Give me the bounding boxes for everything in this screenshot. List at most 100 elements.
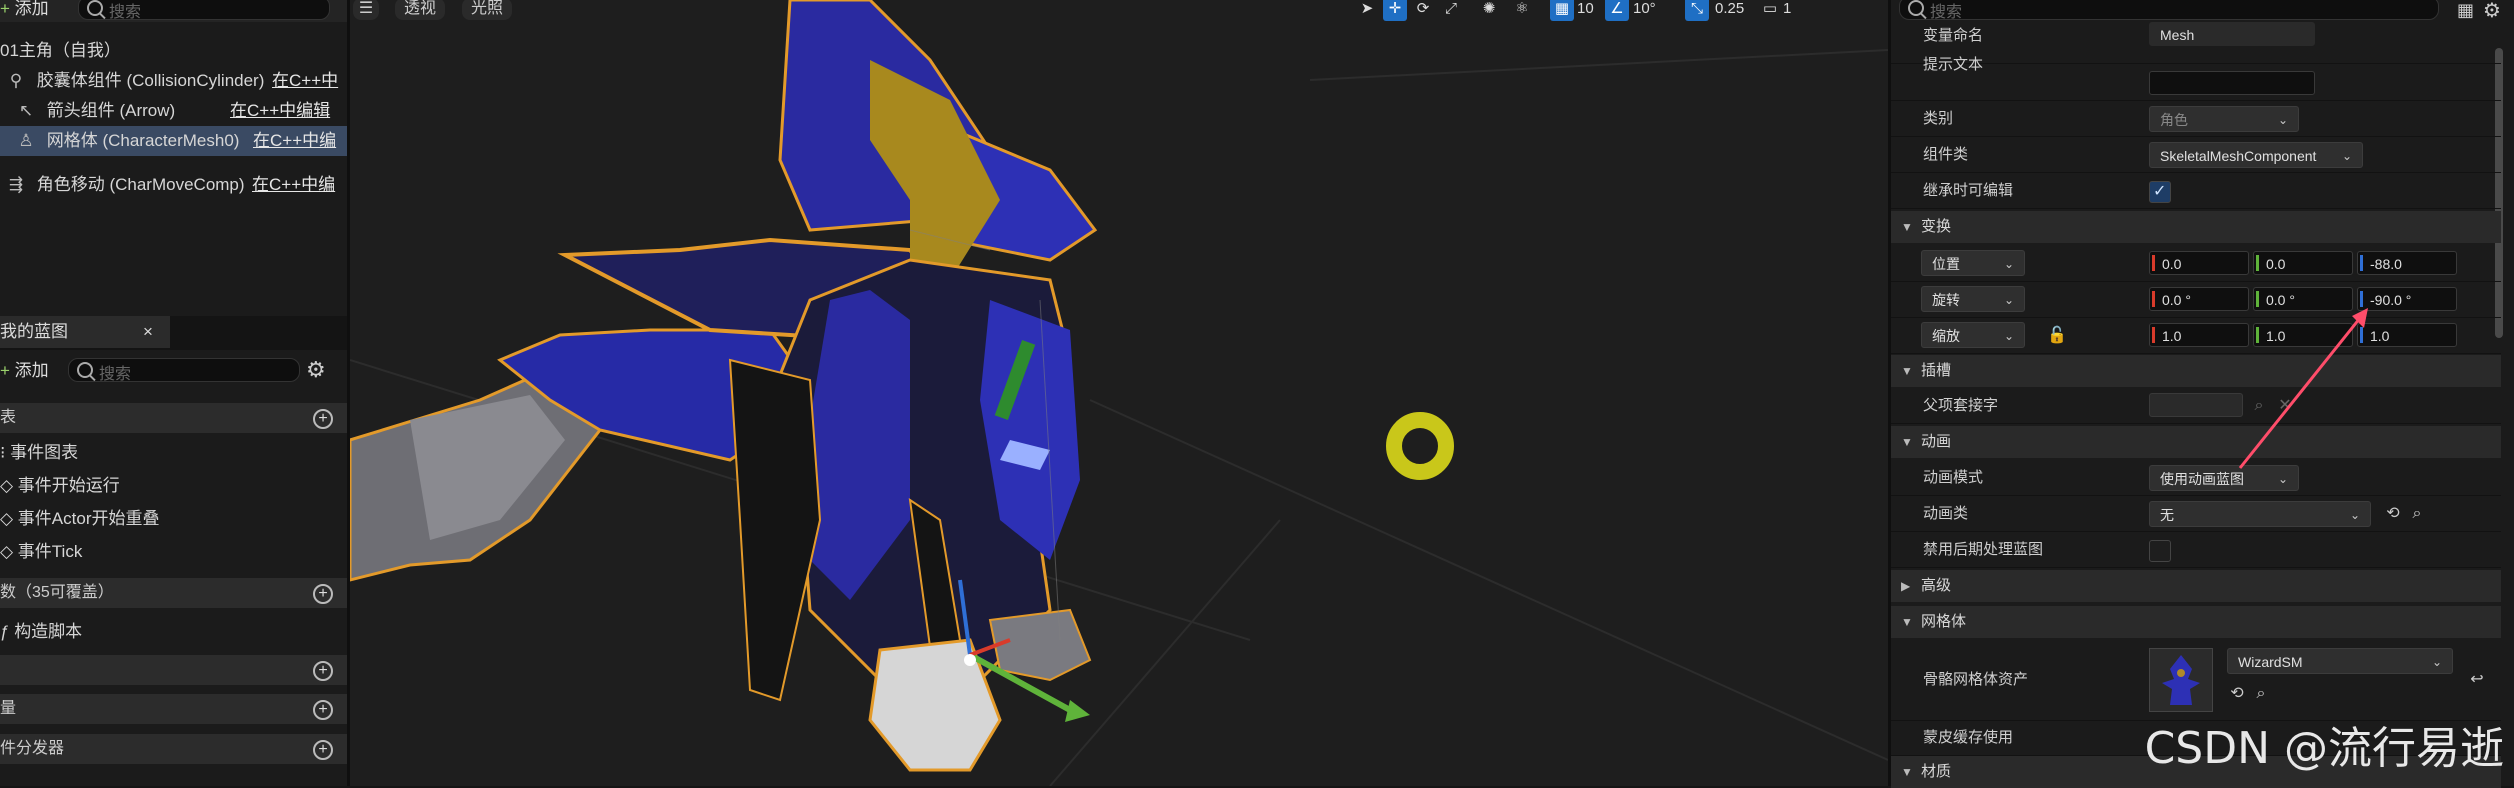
gear-icon[interactable]: ⚙ [306, 357, 326, 383]
add-member-button[interactable]: + 添加 [0, 359, 49, 383]
skeletal-mesh-asset-dropdown[interactable]: WizardSM ⌄ [2227, 648, 2453, 674]
mesh-section-header[interactable]: ▼ 网格体 [1891, 606, 2501, 638]
construction-script-item[interactable]: ƒ 构造脚本 [0, 617, 82, 647]
tooltip-field[interactable] [2149, 71, 2315, 95]
macros-section-header[interactable]: + [0, 655, 347, 685]
animation-section-header[interactable]: ▼ 动画 [1891, 426, 2501, 458]
x-axis-marker [2152, 291, 2155, 307]
anim-mode-row: 动画模式 使用动画蓝图 ⌄ [1891, 460, 2501, 496]
add-dispatcher-icon[interactable]: + [313, 740, 333, 760]
edit-in-cpp-link[interactable]: 在C++中 [272, 66, 338, 96]
rotation-snap-value[interactable]: 10° [1633, 0, 1656, 21]
hamburger-menu-icon[interactable]: ☰ [353, 0, 379, 20]
table-view-icon[interactable]: ▦ [2457, 0, 2474, 21]
event-diamond-icon: ◇ [0, 509, 18, 528]
editable-inherit-checkbox[interactable] [2149, 181, 2171, 203]
expand-arrow-icon: ▼ [1901, 615, 1913, 629]
use-selected-icon[interactable]: ⟲ [2227, 684, 2247, 704]
details-search-input[interactable]: 搜索 [1899, 0, 2439, 21]
item-label: 构造脚本 [14, 622, 83, 641]
perspective-button[interactable]: 透视 [395, 0, 445, 20]
wizard-character [350, 0, 1098, 772]
tree-row-collision-cylinder[interactable]: ⚲ 胶囊体组件 (CollisionCylinder) 在C++中 [0, 66, 347, 96]
edit-in-cpp-link[interactable]: 在C++中编辑 [230, 96, 330, 126]
origin-marker [1386, 412, 1454, 480]
plus-icon: + [0, 361, 10, 380]
location-x-field[interactable]: 0.0 [2149, 251, 2249, 275]
viewport[interactable]: ☰ 透视 光照 ➤ ✛ ⟳ ⤢ ✺ ⚛ ▦ 10 ∠ 10° ⤡ 0.25 ▭ … [350, 0, 1888, 786]
variables-section-header[interactable]: 量 + [0, 694, 347, 724]
category-dropdown[interactable]: 角色 ⌄ [2149, 106, 2299, 132]
browse-folder-icon[interactable]: ⌕ [2407, 504, 2427, 524]
select-mode-icon[interactable]: ➤ [1355, 0, 1379, 21]
blueprint-search-input[interactable]: 搜索 [68, 358, 300, 383]
camera-speed-icon[interactable]: ▭ [1760, 0, 1780, 21]
components-search-input[interactable]: 搜索 [78, 0, 330, 21]
surface-snap-icon[interactable]: ⚛ [1510, 0, 1534, 21]
search-placeholder: 搜索 [99, 366, 132, 383]
tree-row-root[interactable]: 01主角（自我） [0, 36, 347, 66]
component-class-dropdown[interactable]: SkeletalMeshComponent ⌄ [2149, 142, 2363, 168]
event-diamond-icon: ◇ [0, 476, 18, 495]
add-graph-icon[interactable]: + [313, 409, 333, 429]
advanced-section-header[interactable]: ▶ 高级 [1891, 570, 2501, 602]
tooltip-row: 提示文本 [1891, 56, 2501, 101]
anim-class-dropdown[interactable]: 无 ⌄ [2149, 501, 2371, 527]
annotation-arrow [2238, 308, 2368, 469]
tree-row-arrow[interactable]: ↖ 箭头组件 (Arrow) 在C++中编辑 [0, 96, 347, 126]
scale-snap-value[interactable]: 0.25 [1715, 0, 1744, 21]
plus-icon: + [0, 0, 10, 18]
tab-label: 我的蓝图 [0, 322, 68, 341]
translate-mode-icon[interactable]: ✛ [1383, 0, 1407, 21]
sockets-section-header[interactable]: ▼ 插槽 [1891, 355, 2501, 387]
tree-row-char-move-comp[interactable]: ⇶ 角色移动 (CharMoveComp) 在C++中编 [0, 170, 347, 200]
location-y-field[interactable]: 0.0 [2253, 251, 2353, 275]
tree-row-character-mesh[interactable]: ♙ 网格体 (CharacterMesh0) 在C++中编 [0, 126, 347, 156]
search-placeholder: 搜索 [109, 4, 142, 21]
graphs-section-header[interactable]: 表 + [0, 403, 347, 433]
disable-post-process-checkbox[interactable] [2149, 540, 2171, 562]
dropdown-value: 缩放 [1932, 328, 1960, 344]
dropdown-value: WizardSM [2238, 654, 2303, 670]
edit-in-cpp-link[interactable]: 在C++中编 [253, 126, 336, 156]
world-local-icon[interactable]: ✺ [1477, 0, 1501, 21]
unlock-icon[interactable]: 🔓 [2047, 326, 2067, 346]
reset-arrow-icon[interactable]: ↩ [2467, 670, 2487, 690]
grid-snap-icon[interactable]: ▦ [1550, 0, 1574, 21]
event-item[interactable]: ◇ 事件Actor开始重叠 [0, 504, 159, 534]
rotate-mode-icon[interactable]: ⟳ [1411, 0, 1435, 21]
lighting-button[interactable]: 光照 [462, 0, 512, 20]
event-diamond-icon: ◇ [0, 542, 18, 561]
viewport-tools: ➤ ✛ ⟳ ⤢ ✺ ⚛ ▦ 10 ∠ 10° ⤡ 0.25 ▭ 1 [1355, 0, 1888, 21]
location-z-field[interactable]: -88.0 [2357, 251, 2457, 275]
rotation-dropdown[interactable]: 旋转 ⌄ [1921, 286, 2025, 312]
scale-snap-icon[interactable]: ⤡ [1685, 0, 1709, 21]
variable-name-field[interactable]: Mesh [2149, 22, 2315, 46]
tab-my-blueprint[interactable]: 我的蓝图 × [0, 316, 170, 348]
rotation-snap-icon[interactable]: ∠ [1605, 0, 1629, 21]
dispatchers-section-header[interactable]: 件分发器 + [0, 734, 347, 764]
scale-dropdown[interactable]: 缩放 ⌄ [1921, 322, 2025, 348]
add-component-label: 添加 [14, 0, 49, 18]
section-title: 量 [0, 700, 17, 717]
transform-section-header[interactable]: ▼ 变换 [1891, 211, 2501, 243]
grid-snap-value[interactable]: 10 [1577, 0, 1594, 21]
row-label: 蒙皮缓存使用 [1923, 729, 2014, 746]
mesh-thumbnail[interactable] [2149, 648, 2213, 712]
edit-in-cpp-link[interactable]: 在C++中编 [252, 170, 335, 200]
close-icon[interactable]: × [143, 316, 153, 348]
location-dropdown[interactable]: 位置 ⌄ [1921, 250, 2025, 276]
event-item[interactable]: ◇ 事件Tick [0, 537, 82, 567]
event-item[interactable]: ◇ 事件开始运行 [0, 471, 120, 501]
settings-gear-icon[interactable]: ⚙ [2483, 0, 2501, 23]
use-selected-icon[interactable]: ⟲ [2383, 504, 2403, 524]
add-variable-icon[interactable]: + [313, 700, 333, 720]
add-function-icon[interactable]: + [313, 584, 333, 604]
browse-folder-icon[interactable]: ⌕ [2251, 684, 2271, 704]
add-component-button[interactable]: + 添加 [0, 0, 49, 21]
add-macro-icon[interactable]: + [313, 661, 333, 681]
event-graph-item[interactable]: ⁝ 事件图表 [0, 438, 78, 468]
scale-mode-icon[interactable]: ⤢ [1439, 0, 1463, 21]
functions-section-header[interactable]: 数（35可覆盖） + [0, 578, 347, 608]
camera-speed-value[interactable]: 1 [1783, 0, 1791, 21]
